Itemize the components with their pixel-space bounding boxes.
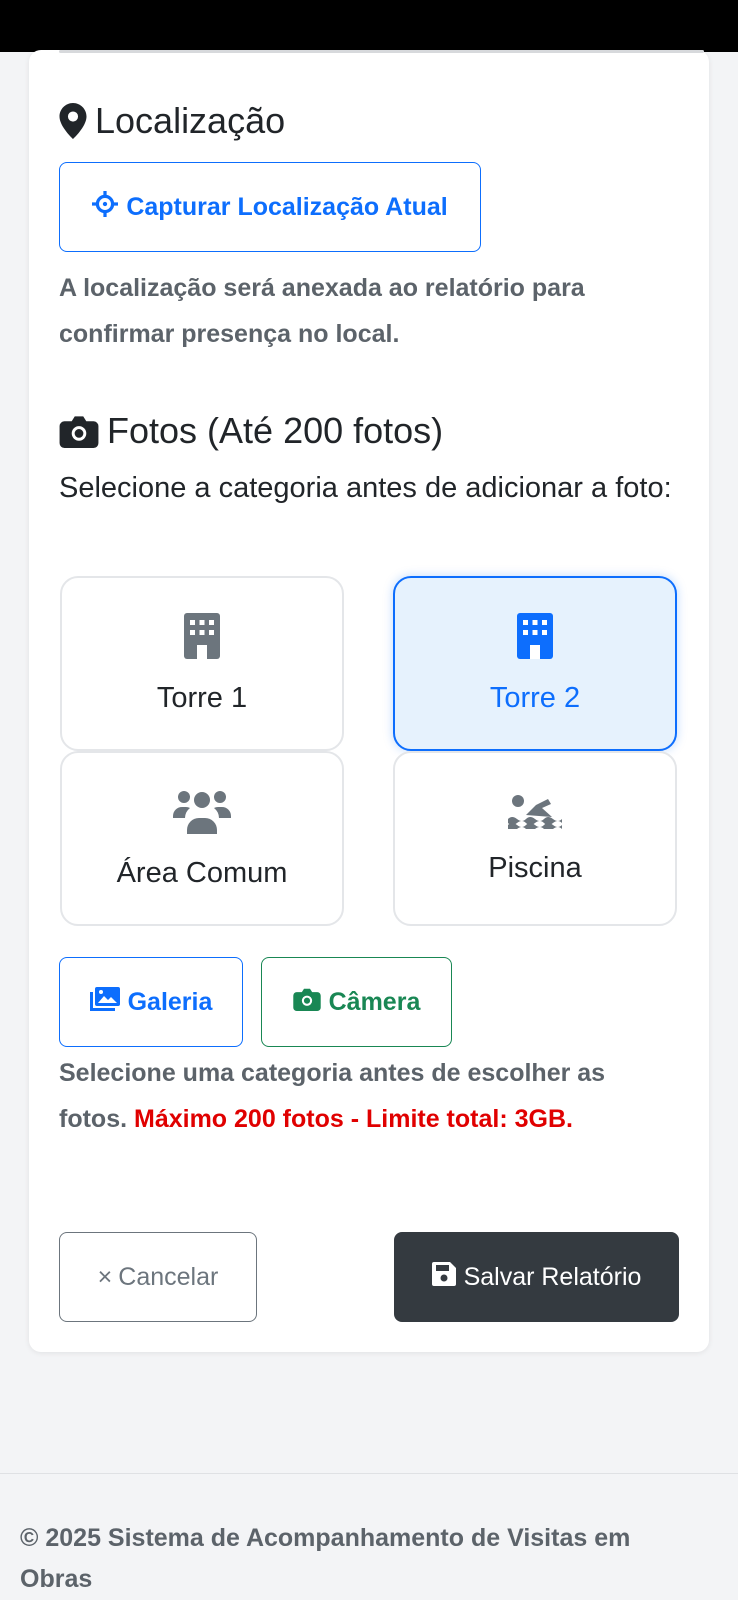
capture-location-label: Capturar Localização Atual	[126, 192, 448, 221]
save-icon	[431, 1261, 456, 1293]
footer-copyright: © 2025 Sistema de Acompanhamento de Visi…	[20, 1524, 631, 1593]
location-title-text: Localização	[95, 100, 286, 141]
photos-section-title: Fotos (Até 200 fotos)	[59, 410, 443, 452]
gallery-label: Galeria	[127, 987, 213, 1016]
close-icon: ×	[97, 1262, 113, 1291]
save-label: Salvar Relatório	[463, 1262, 642, 1291]
building-icon	[184, 612, 220, 664]
photo-category-instruction: Selecione a categoria antes de adicionar…	[59, 472, 672, 504]
crosshairs-icon	[92, 190, 119, 224]
camera-icon	[59, 414, 99, 448]
status-bar	[0, 0, 738, 52]
camera-button[interactable]: Câmera	[261, 957, 452, 1047]
photo-help-text: Selecione uma categoria antes de escolhe…	[59, 1050, 679, 1142]
location-help-text: A localização será anexada ao relatório …	[59, 274, 585, 348]
gallery-button[interactable]: Galeria	[59, 957, 243, 1047]
users-icon	[173, 788, 231, 839]
building-icon	[517, 612, 553, 664]
camera-icon	[292, 987, 321, 1018]
category-label: Piscina	[488, 851, 582, 884]
capture-location-button[interactable]: Capturar Localização Atual	[59, 162, 481, 252]
footer-divider	[0, 1473, 738, 1474]
photos-title-text: Fotos (Até 200 fotos)	[107, 410, 444, 451]
location-section-title: Localização	[59, 100, 285, 142]
cancel-label: Cancelar	[118, 1262, 219, 1291]
category-piscina[interactable]: Piscina	[393, 751, 677, 926]
card-divider	[59, 50, 704, 53]
category-label: Área Comum	[116, 856, 288, 889]
category-torre-2[interactable]: Torre 2	[393, 576, 677, 751]
cancel-button[interactable]: × Cancelar	[59, 1232, 257, 1322]
category-label: Torre 2	[489, 681, 581, 714]
map-marker-icon	[59, 103, 87, 139]
camera-label: Câmera	[328, 987, 421, 1016]
category-label: Torre 1	[156, 681, 248, 714]
images-icon	[89, 986, 120, 1018]
swimmer-icon	[508, 793, 562, 834]
save-report-button[interactable]: Salvar Relatório	[394, 1232, 679, 1322]
report-form-card: Localização Capturar Localização Atual A…	[29, 50, 709, 1352]
category-area-comum[interactable]: Área Comum	[60, 751, 344, 926]
category-torre-1[interactable]: Torre 1	[60, 576, 344, 751]
photo-limit-warning: Máximo 200 fotos - Limite total: 3GB.	[134, 1105, 573, 1133]
